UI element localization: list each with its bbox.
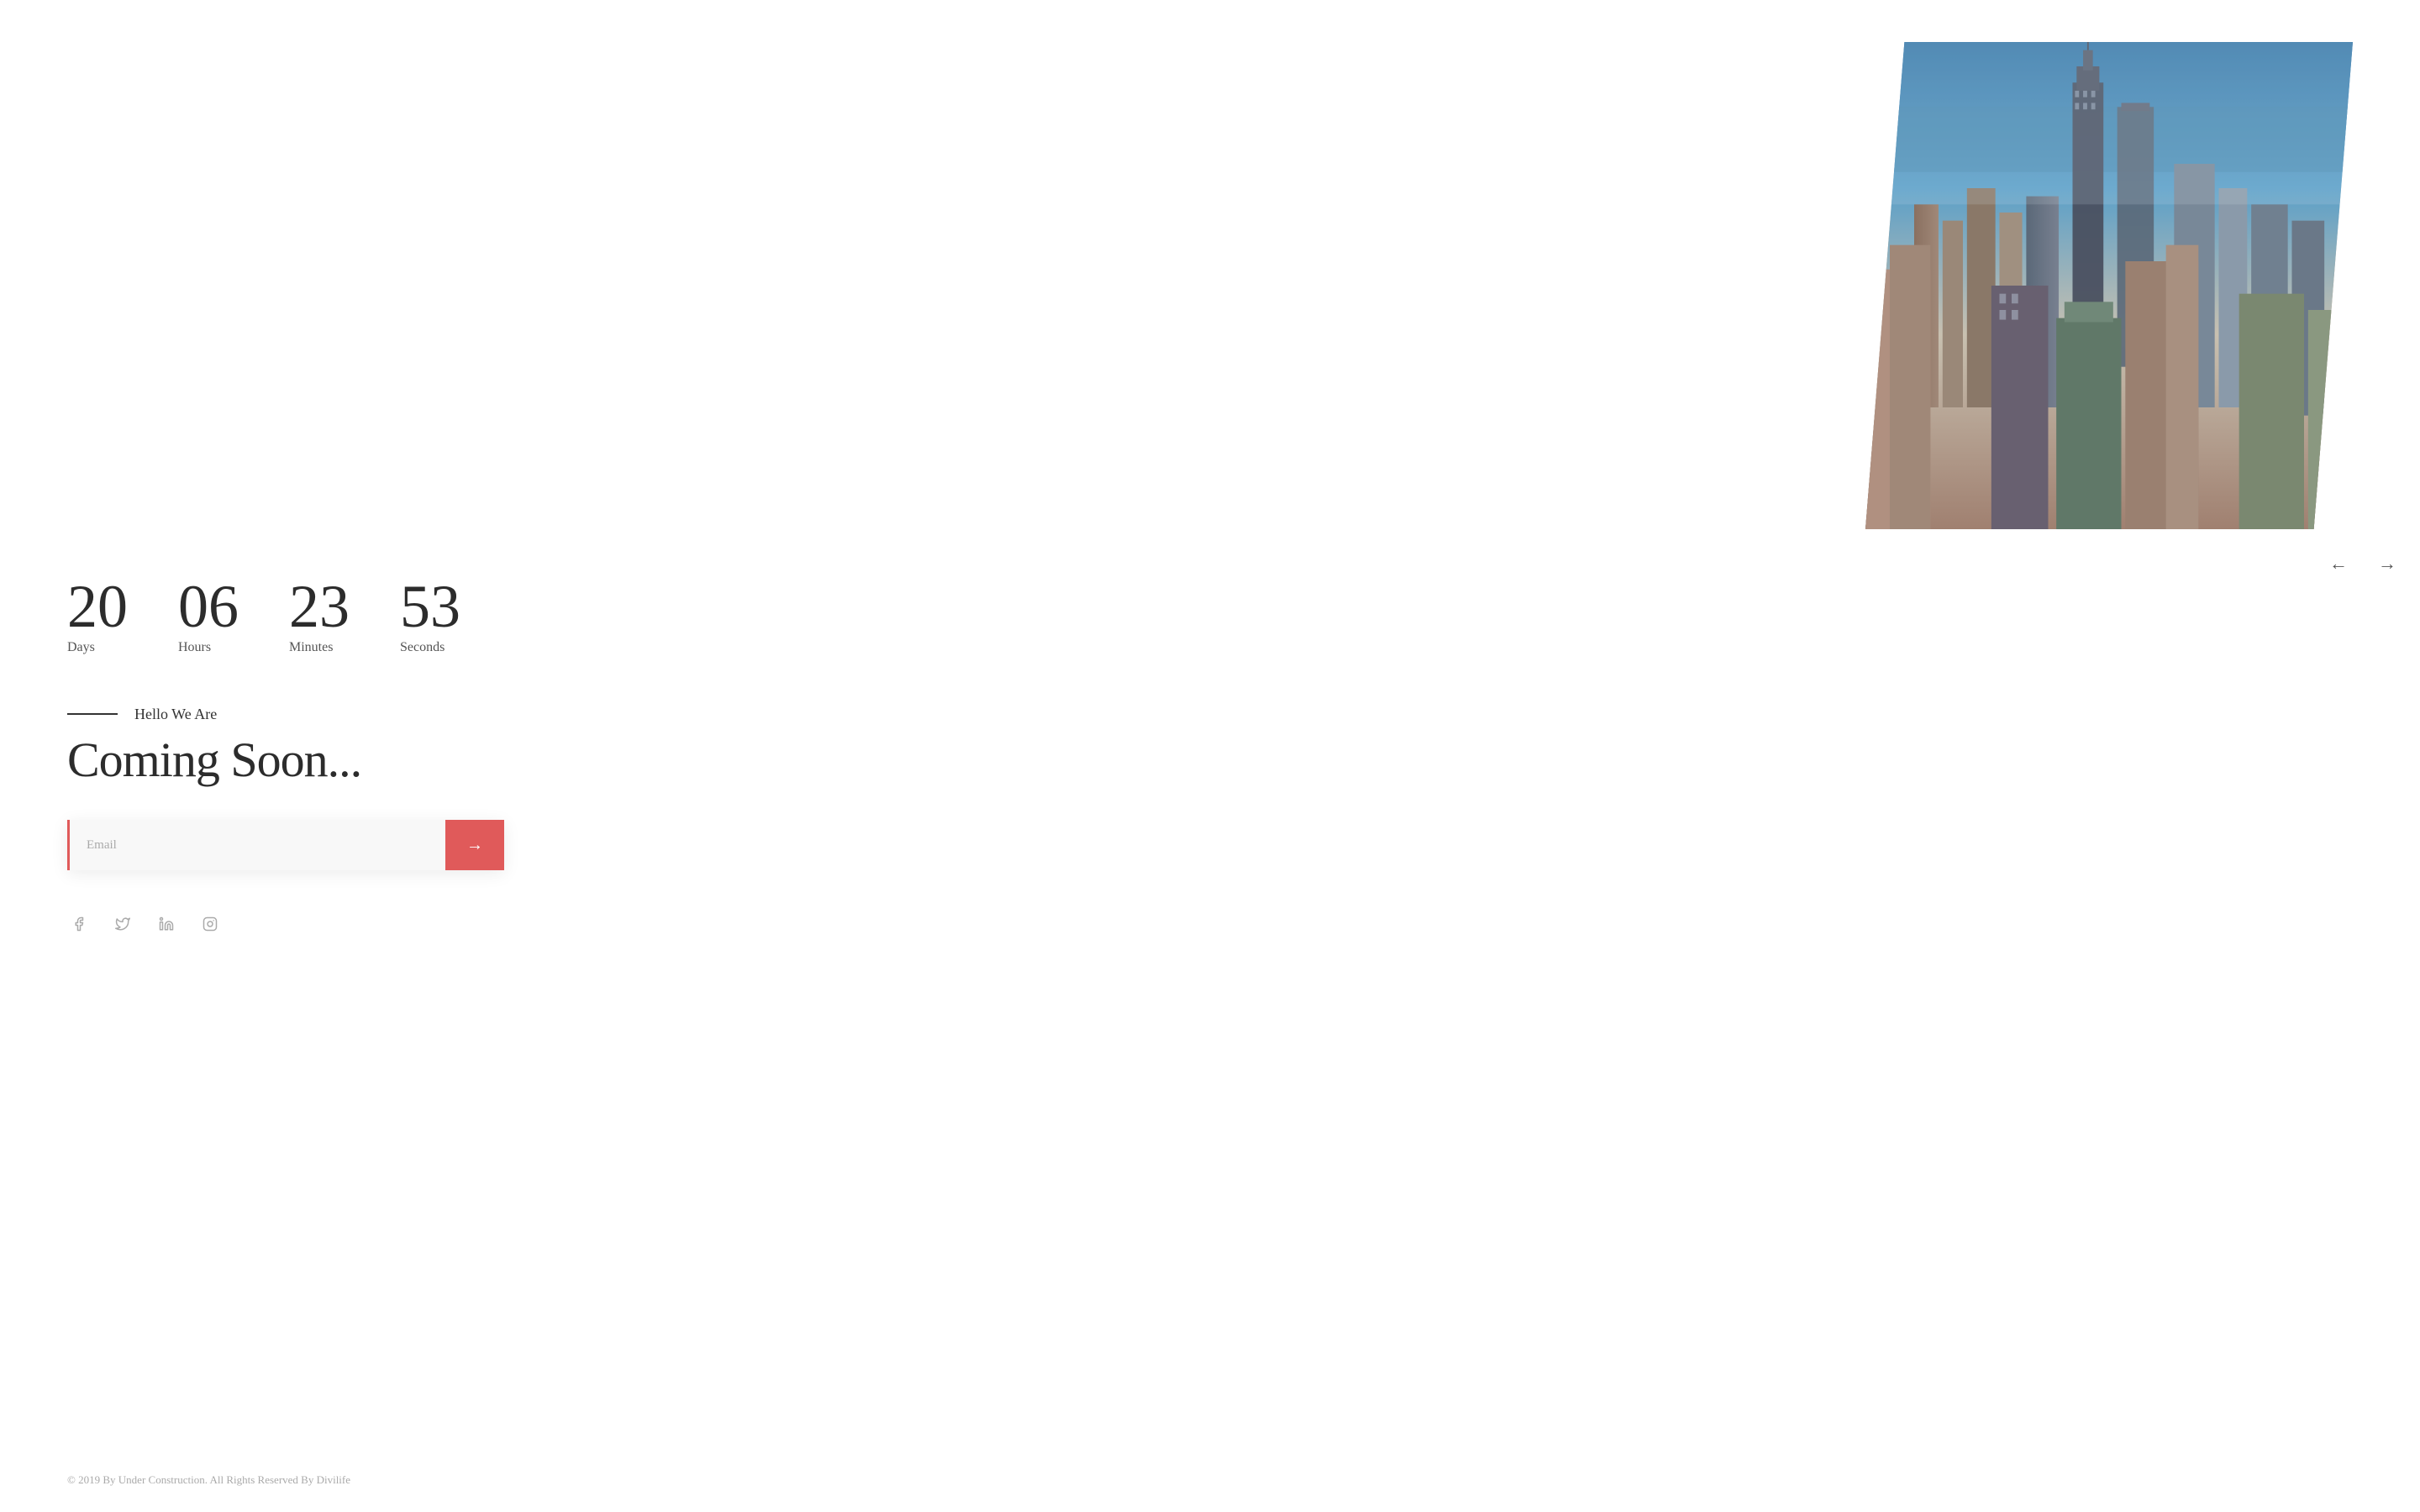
footer: © 2019 By Under Construction. All Rights… — [67, 1473, 350, 1487]
countdown-minutes: 23 Minutes — [289, 576, 350, 655]
prev-arrow-button[interactable]: ← — [2323, 549, 2354, 578]
twitter-icon[interactable] — [111, 912, 134, 936]
instagram-icon[interactable] — [198, 912, 222, 936]
minutes-number: 23 — [289, 576, 350, 637]
social-section — [67, 912, 1264, 936]
seconds-number: 53 — [400, 576, 460, 637]
email-form: → — [67, 820, 504, 870]
copyright-text: © 2019 By Under Construction. All Rights… — [67, 1473, 350, 1486]
hello-divider — [67, 713, 118, 715]
hero-section: Hello We Are Coming Soon... — [67, 706, 1264, 787]
email-input[interactable] — [70, 820, 445, 870]
submit-arrow-icon: → — [466, 836, 483, 855]
next-arrow-button[interactable]: → — [2371, 549, 2403, 578]
city-image — [1865, 42, 2353, 529]
linkedin-icon[interactable] — [155, 912, 178, 936]
nav-arrows: ← → — [1865, 549, 2420, 578]
facebook-icon[interactable] — [67, 912, 91, 936]
hello-text: Hello We Are — [134, 706, 217, 723]
days-label: Days — [67, 640, 95, 655]
seconds-label: Seconds — [400, 640, 445, 655]
email-input-wrapper — [67, 820, 445, 870]
days-number: 20 — [67, 576, 128, 637]
countdown-seconds: 53 Seconds — [400, 576, 460, 655]
prev-arrow-icon: ← — [2329, 553, 2348, 574]
hello-line-wrapper: Hello We Are — [67, 706, 1264, 723]
coming-soon-title: Coming Soon... — [67, 733, 1264, 787]
right-panel: ← → — [1865, 42, 2420, 578]
hours-number: 06 — [178, 576, 239, 637]
hours-label: Hours — [178, 640, 211, 655]
email-submit-button[interactable]: → — [445, 820, 504, 870]
countdown-section: 20 Days 06 Hours 23 Minutes 53 Seconds — [67, 576, 1264, 655]
page-wrapper: 20 Days 06 Hours 23 Minutes 53 Seconds H… — [0, 0, 2420, 1512]
countdown-days: 20 Days — [67, 576, 128, 655]
email-section: → — [67, 820, 504, 870]
next-arrow-icon: → — [2378, 553, 2396, 574]
minutes-label: Minutes — [289, 640, 333, 655]
city-svg — [1865, 42, 2353, 529]
countdown-hours: 06 Hours — [178, 576, 239, 655]
left-panel: 20 Days 06 Hours 23 Minutes 53 Seconds H… — [0, 0, 1331, 1512]
